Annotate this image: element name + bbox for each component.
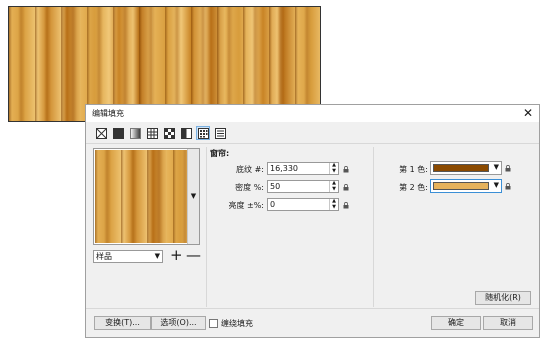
options-button[interactable]: 选项(O)... [151, 316, 206, 330]
seamless-label: 缠绕填充 [221, 319, 253, 328]
postscript-fill-icon[interactable] [213, 126, 227, 140]
density-label: 密度 %: [235, 183, 264, 192]
chevron-down-icon[interactable]: ▼ [187, 149, 199, 244]
bitmap-pattern-icon[interactable] [162, 126, 176, 140]
two-color-pattern-icon[interactable] [179, 126, 193, 140]
texture-library-picker[interactable]: ▼ [93, 148, 200, 245]
no-fill-icon[interactable] [94, 126, 108, 140]
color-1-label: 第 1 色: [399, 165, 428, 174]
texture-number-label: 底纹 #: [236, 165, 264, 174]
chevron-down-icon: ▼ [493, 181, 499, 189]
lock-icon[interactable] [505, 165, 511, 172]
title-bar: 编辑填充 ✕ [86, 105, 539, 122]
lock-icon[interactable] [343, 184, 349, 191]
chevron-down-icon: ▼ [493, 163, 499, 171]
spin-buttons[interactable]: ▲ ▼ [329, 162, 338, 174]
brightness-input[interactable]: 0 ▲ ▼ [267, 198, 339, 211]
edit-fill-dialog: 编辑填充 ✕ ▼ 样品 ▼ + — 窗帘: 底纹 #: 16,330 ▲ ▼ 密… [85, 104, 540, 338]
footer-divider [86, 308, 539, 309]
fountain-fill-icon[interactable] [128, 126, 142, 140]
cancel-button[interactable]: 取消 [483, 316, 533, 330]
texture-name-label: 窗帘: [210, 149, 230, 158]
uniform-fill-icon[interactable] [111, 126, 125, 140]
color-2-label: 第 2 色: [399, 183, 428, 192]
fill-type-toolbar [94, 126, 227, 140]
texture-library-select[interactable]: 样品 ▼ [93, 250, 163, 263]
brightness-value: 0 [270, 200, 276, 209]
texture-thumbnail [95, 150, 187, 243]
ok-button[interactable]: 确定 [431, 316, 481, 330]
texture-fill-icon[interactable] [196, 126, 210, 140]
randomize-button[interactable]: 随机化(R) [475, 291, 531, 305]
density-value: 50 [270, 182, 281, 191]
lock-icon[interactable] [505, 183, 511, 190]
close-icon[interactable]: ✕ [521, 105, 535, 121]
color-1-picker[interactable]: ▼ [430, 161, 502, 175]
spin-buttons[interactable]: ▲ ▼ [329, 180, 338, 192]
density-input[interactable]: 50 ▲ ▼ [267, 180, 339, 193]
vector-pattern-icon[interactable] [145, 126, 159, 140]
color-1-chip [433, 164, 489, 172]
chevron-down-icon: ▼ [154, 252, 160, 260]
seamless-checkbox[interactable] [209, 319, 218, 328]
texture-library-value: 样品 [96, 252, 112, 261]
dialog-title: 编辑填充 [92, 109, 124, 118]
color-2-picker[interactable]: ▼ [430, 179, 502, 193]
brightness-label: 亮度 ±%: [228, 201, 264, 210]
texture-number-value: 16,330 [270, 164, 298, 173]
toolbar-divider [86, 143, 539, 144]
color-2-chip [433, 182, 489, 190]
lock-icon[interactable] [343, 166, 349, 173]
add-library-icon[interactable]: + [170, 246, 183, 264]
lock-icon[interactable] [343, 202, 349, 209]
remove-library-icon[interactable]: — [186, 246, 201, 264]
spin-buttons[interactable]: ▲ ▼ [329, 198, 338, 210]
transform-button[interactable]: 变换(T)... [94, 316, 151, 330]
panel-divider [373, 147, 374, 307]
texture-number-input[interactable]: 16,330 ▲ ▼ [267, 162, 339, 175]
